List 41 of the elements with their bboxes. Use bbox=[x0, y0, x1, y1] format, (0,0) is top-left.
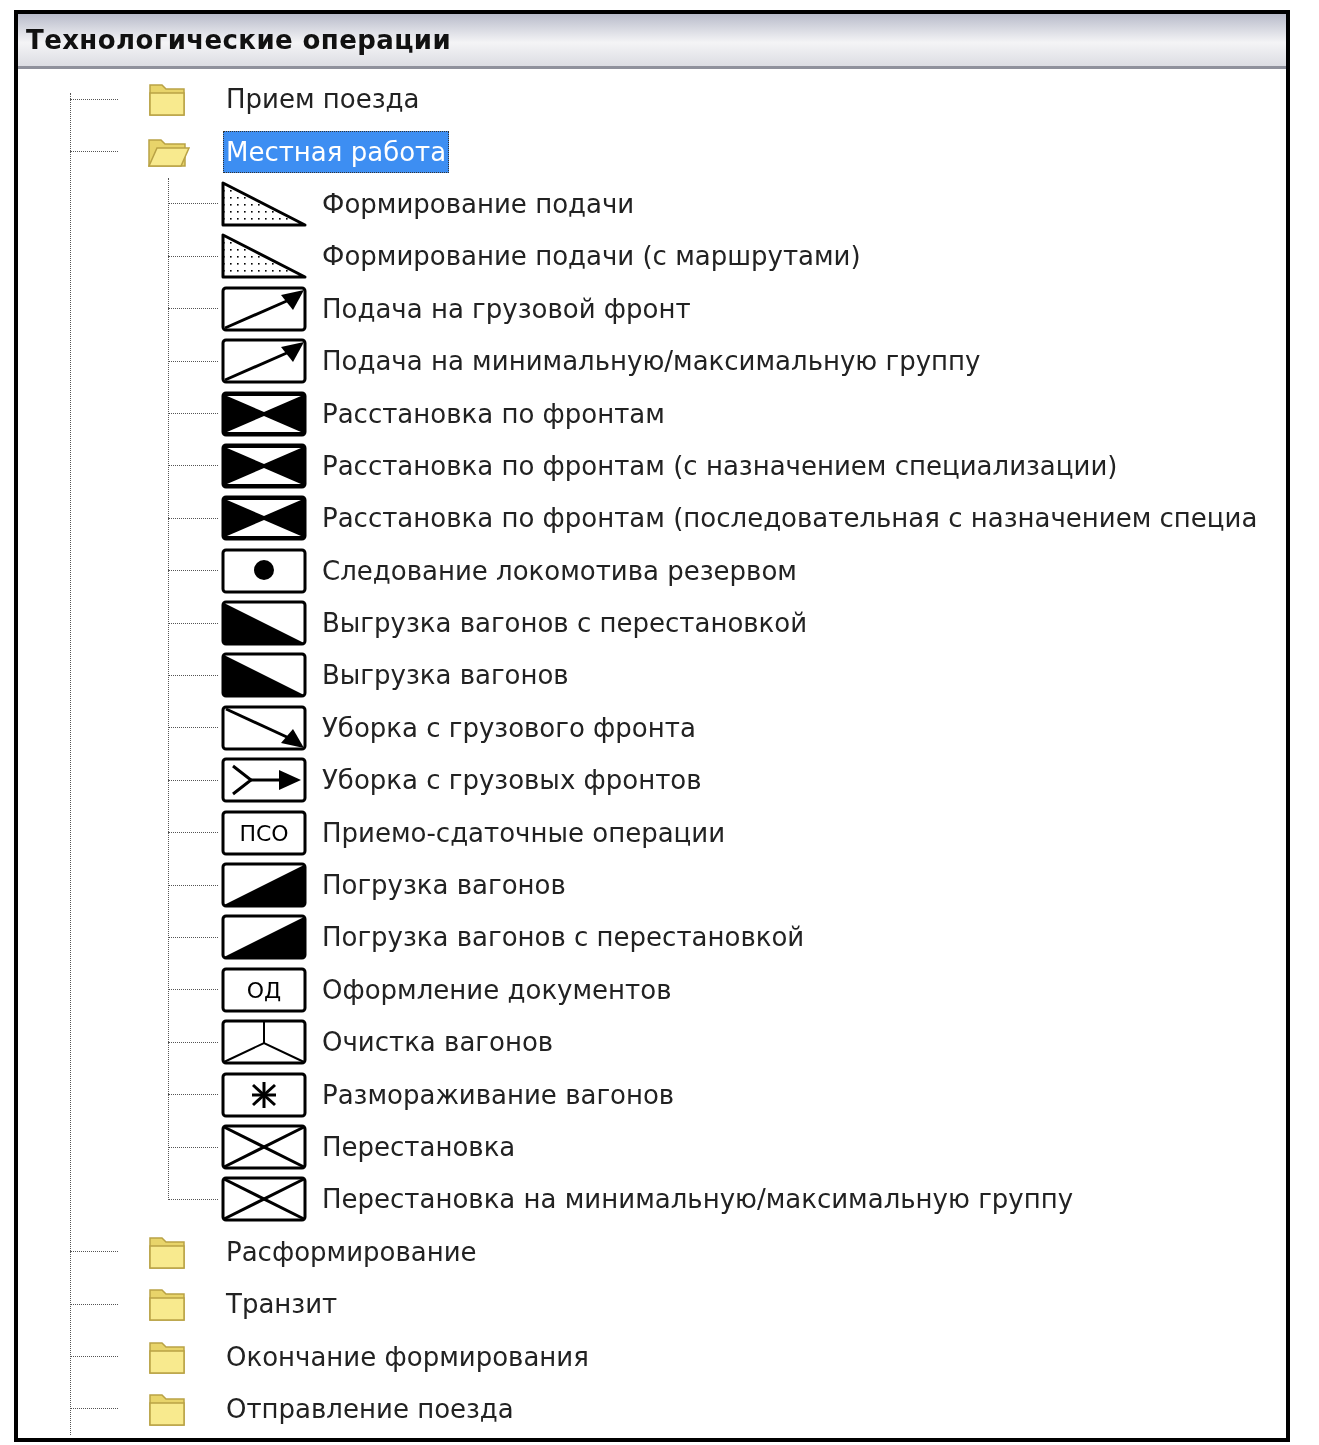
cross-icon bbox=[221, 1124, 307, 1170]
bowtie-icon bbox=[221, 495, 307, 542]
tree-item[interactable]: Прием поезда bbox=[223, 78, 423, 121]
cross-icon bbox=[221, 1176, 307, 1223]
tree-item[interactable]: Выгрузка вагонов bbox=[319, 654, 572, 697]
tree-item[interactable]: Расстановка по фронтам (последовательная с назначением специа bbox=[319, 497, 1261, 540]
tree-item[interactable]: Размораживание вагонов bbox=[319, 1073, 678, 1116]
tree-item[interactable]: Отправление поезда bbox=[223, 1387, 517, 1430]
bowtie-icon bbox=[221, 442, 307, 489]
tree-item[interactable]: Приемо-сдаточные операции bbox=[319, 811, 729, 854]
tree-item[interactable]: Окончание формирования bbox=[223, 1335, 592, 1378]
half-filled-icon bbox=[221, 600, 307, 647]
asterisk-icon bbox=[221, 1071, 307, 1118]
half-filled-icon bbox=[221, 652, 307, 699]
dotted-triangle-icon bbox=[221, 180, 307, 227]
half-filled-icon bbox=[221, 862, 307, 909]
tree-item[interactable]: Погрузка вагонов bbox=[319, 864, 569, 907]
tree-item[interactable]: Перестановка на минимальную/максимальную группу bbox=[319, 1178, 1077, 1221]
tree-item[interactable]: Расстановка по фронтам bbox=[319, 392, 668, 435]
tree-item[interactable]: Уборка с грузового фронта bbox=[319, 706, 699, 749]
y-lines-icon bbox=[221, 1019, 307, 1066]
tree-item[interactable]: Очистка вагонов bbox=[319, 1021, 557, 1064]
label-icon: ПСО bbox=[221, 809, 307, 856]
tree-item[interactable]: Подача на грузовой фронт bbox=[319, 287, 694, 330]
tree-item[interactable]: Перестановка bbox=[319, 1126, 519, 1168]
dotted-triangle-icon bbox=[221, 233, 307, 280]
tree-item[interactable]: Погрузка вагонов с перестановкой bbox=[319, 916, 808, 959]
half-filled-icon bbox=[221, 914, 307, 961]
label-icon: ОД bbox=[221, 966, 307, 1013]
tree-item[interactable]: Уборка с грузовых фронтов bbox=[319, 759, 705, 802]
tree-item[interactable]: Расстановка по фронтам (с назначением специализации) bbox=[319, 444, 1121, 487]
tree-item[interactable]: Следование локомотива резервом bbox=[319, 549, 800, 592]
window-title: Технологические операции bbox=[26, 25, 452, 55]
bowtie-icon bbox=[221, 390, 307, 437]
tree-item[interactable]: Транзит bbox=[223, 1283, 341, 1326]
tree-item[interactable]: Оформление документов bbox=[319, 968, 675, 1011]
tree-item[interactable]: Формирование подачи (с маршрутами) bbox=[319, 235, 864, 278]
tree-item[interactable]: Расформирование bbox=[223, 1230, 480, 1273]
tree-item[interactable]: Формирование подачи bbox=[319, 182, 638, 225]
tree-item[interactable]: Выгрузка вагонов с перестановкой bbox=[319, 602, 811, 645]
tree-item[interactable]: Подача на минимальную/максимальную группу bbox=[319, 340, 984, 383]
